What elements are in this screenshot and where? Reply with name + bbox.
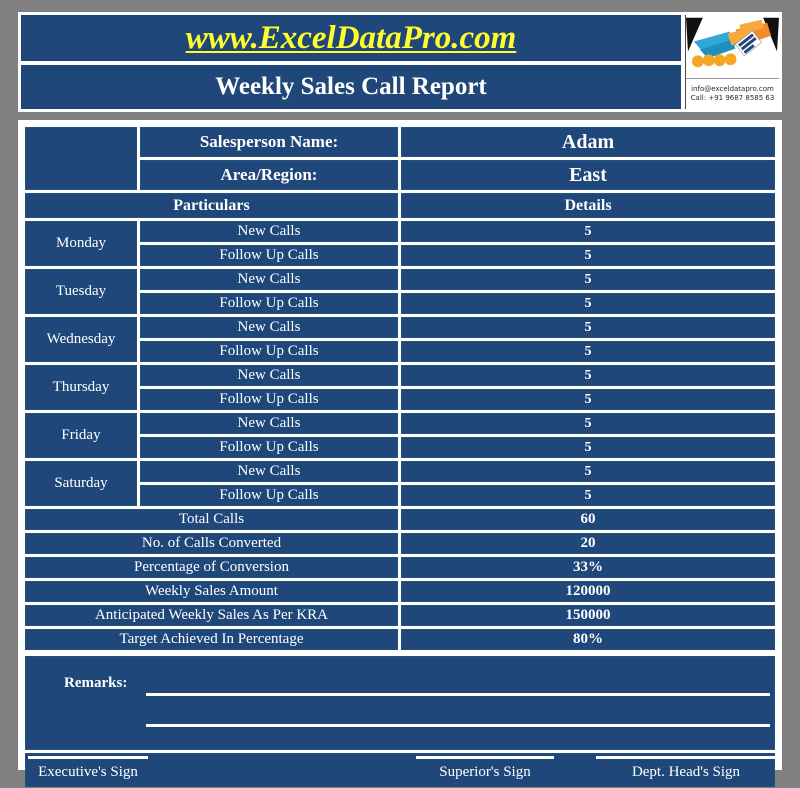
summary-row: No. of Calls Converted 20	[25, 533, 775, 554]
column-header-details: Details	[401, 193, 775, 218]
particular-label: New Calls	[140, 413, 398, 434]
remarks-section: Remarks:	[25, 656, 775, 750]
table-row: Wednesday New Calls 5	[25, 317, 775, 362]
table-row: Tuesday New Calls 5	[25, 269, 775, 314]
remarks-line-2[interactable]	[146, 724, 770, 727]
day-label-saturday: Saturday	[25, 461, 137, 506]
header-banners: www.ExcelDataPro.com Weekly Sales Call R…	[21, 15, 681, 109]
value-cell[interactable]: 5	[401, 461, 775, 482]
value-cell[interactable]: 5	[401, 413, 775, 434]
particular-label: Follow Up Calls	[140, 485, 398, 506]
area-region-label: Area/Region:	[140, 160, 398, 190]
signature-dept-head[interactable]: Dept. Head's Sign	[596, 754, 776, 788]
table-row: Follow Up Calls 5	[25, 437, 775, 458]
signature-line	[416, 756, 554, 759]
value-cell[interactable]: 5	[401, 293, 775, 314]
signature-line	[28, 756, 148, 759]
table-row: Follow Up Calls 5	[25, 341, 775, 362]
report-header: www.ExcelDataPro.com Weekly Sales Call R…	[18, 12, 782, 112]
table-row: Area/Region: East	[25, 160, 775, 190]
summary-row: Anticipated Weekly Sales As Per KRA 1500…	[25, 605, 775, 626]
particular-label: New Calls	[140, 221, 398, 242]
summary-value-total-calls: 60	[401, 509, 775, 530]
signature-label: Superior's Sign	[439, 764, 531, 780]
day-label-tuesday: Tuesday	[25, 269, 137, 314]
weekly-sales-call-table: Salesperson Name: Adam Area/Region: East…	[22, 124, 778, 653]
summary-value-calls-converted[interactable]: 20	[401, 533, 775, 554]
particular-label: New Calls	[140, 317, 398, 338]
day-label-thursday: Thursday	[25, 365, 137, 410]
table-row: Thursday New Calls 5	[25, 365, 775, 410]
particular-label: Follow Up Calls	[140, 245, 398, 266]
website-banner: www.ExcelDataPro.com	[21, 15, 681, 61]
particular-label: New Calls	[140, 461, 398, 482]
table-row: Follow Up Calls 5	[25, 485, 775, 506]
summary-row: Target Achieved In Percentage 80%	[25, 629, 775, 650]
value-cell[interactable]: 5	[401, 269, 775, 290]
value-cell[interactable]: 5	[401, 317, 775, 338]
value-cell[interactable]: 5	[401, 437, 775, 458]
column-header-particulars: Particulars	[25, 193, 398, 218]
signature-executive[interactable]: Executive's Sign	[28, 754, 148, 788]
summary-label-total-calls: Total Calls	[25, 509, 398, 530]
table-body: Salesperson Name: Adam Area/Region: East…	[25, 127, 775, 650]
table-row: Follow Up Calls 5	[25, 245, 775, 266]
summary-value-target-achieved: 80%	[401, 629, 775, 650]
table-row: Saturday New Calls 5	[25, 461, 775, 506]
logo-contact-info: info@exceldatapro.com Call: +91 9687 858…	[686, 78, 779, 109]
table-header-row: Particulars Details	[25, 193, 775, 218]
signature-label: Dept. Head's Sign	[631, 764, 741, 780]
summary-label-calls-converted: No. of Calls Converted	[25, 533, 398, 554]
day-label-friday: Friday	[25, 413, 137, 458]
day-label-wednesday: Wednesday	[25, 317, 137, 362]
salesperson-name-value[interactable]: Adam	[401, 127, 775, 157]
value-cell[interactable]: 5	[401, 365, 775, 386]
day-label-monday: Monday	[25, 221, 137, 266]
particular-label: Follow Up Calls	[140, 341, 398, 362]
signature-section: Executive's Sign Superior's Sign Dept. H…	[25, 753, 776, 788]
summary-label-target-achieved: Target Achieved In Percentage	[25, 629, 398, 650]
page-title: Weekly Sales Call Report	[215, 73, 487, 100]
value-cell[interactable]: 5	[401, 245, 775, 266]
summary-value-weekly-sales-amount[interactable]: 120000	[401, 581, 775, 602]
value-cell[interactable]: 5	[401, 485, 775, 506]
summary-value-anticipated-weekly-sales[interactable]: 150000	[401, 605, 775, 626]
table-row: Friday New Calls 5	[25, 413, 775, 458]
signature-superior[interactable]: Superior's Sign	[416, 754, 554, 788]
value-cell[interactable]: 5	[401, 341, 775, 362]
summary-row: Percentage of Conversion 33%	[25, 557, 775, 578]
signature-label: Executive's Sign	[38, 764, 138, 780]
table-row: Follow Up Calls 5	[25, 389, 775, 410]
remarks-label: Remarks:	[64, 675, 128, 691]
title-banner: Weekly Sales Call Report	[21, 65, 681, 109]
company-logo: info@exceldatapro.com Call: +91 9687 858…	[685, 15, 779, 109]
summary-value-percentage-conversion: 33%	[401, 557, 775, 578]
summary-row: Total Calls 60	[25, 509, 775, 530]
particular-label: New Calls	[140, 365, 398, 386]
handshake-logo-icon	[686, 15, 779, 78]
value-cell[interactable]: 5	[401, 221, 775, 242]
table-row: Follow Up Calls 5	[25, 293, 775, 314]
value-cell[interactable]: 5	[401, 389, 775, 410]
summary-label-weekly-sales-amount: Weekly Sales Amount	[25, 581, 398, 602]
area-region-value[interactable]: East	[401, 160, 775, 190]
website-url[interactable]: www.ExcelDataPro.com	[186, 20, 517, 57]
report-sheet: Salesperson Name: Adam Area/Region: East…	[18, 120, 782, 787]
particular-label: New Calls	[140, 269, 398, 290]
table-row: Monday New Calls 5	[25, 221, 775, 266]
logo-phone: Call: +91 9687 8585 63	[690, 94, 775, 102]
logo-email[interactable]: info@exceldatapro.com	[691, 85, 774, 94]
particular-label: Follow Up Calls	[140, 437, 398, 458]
summary-label-percentage-conversion: Percentage of Conversion	[25, 557, 398, 578]
header-spacer-cell	[25, 127, 137, 190]
particular-label: Follow Up Calls	[140, 293, 398, 314]
summary-row: Weekly Sales Amount 120000	[25, 581, 775, 602]
table-row: Salesperson Name: Adam	[25, 127, 775, 190]
signature-line	[596, 756, 776, 759]
report-page: www.ExcelDataPro.com Weekly Sales Call R…	[0, 0, 800, 787]
particular-label: Follow Up Calls	[140, 389, 398, 410]
summary-label-anticipated-weekly-sales: Anticipated Weekly Sales As Per KRA	[25, 605, 398, 626]
remarks-line-1[interactable]	[146, 693, 770, 696]
salesperson-name-label: Salesperson Name:	[140, 127, 398, 157]
